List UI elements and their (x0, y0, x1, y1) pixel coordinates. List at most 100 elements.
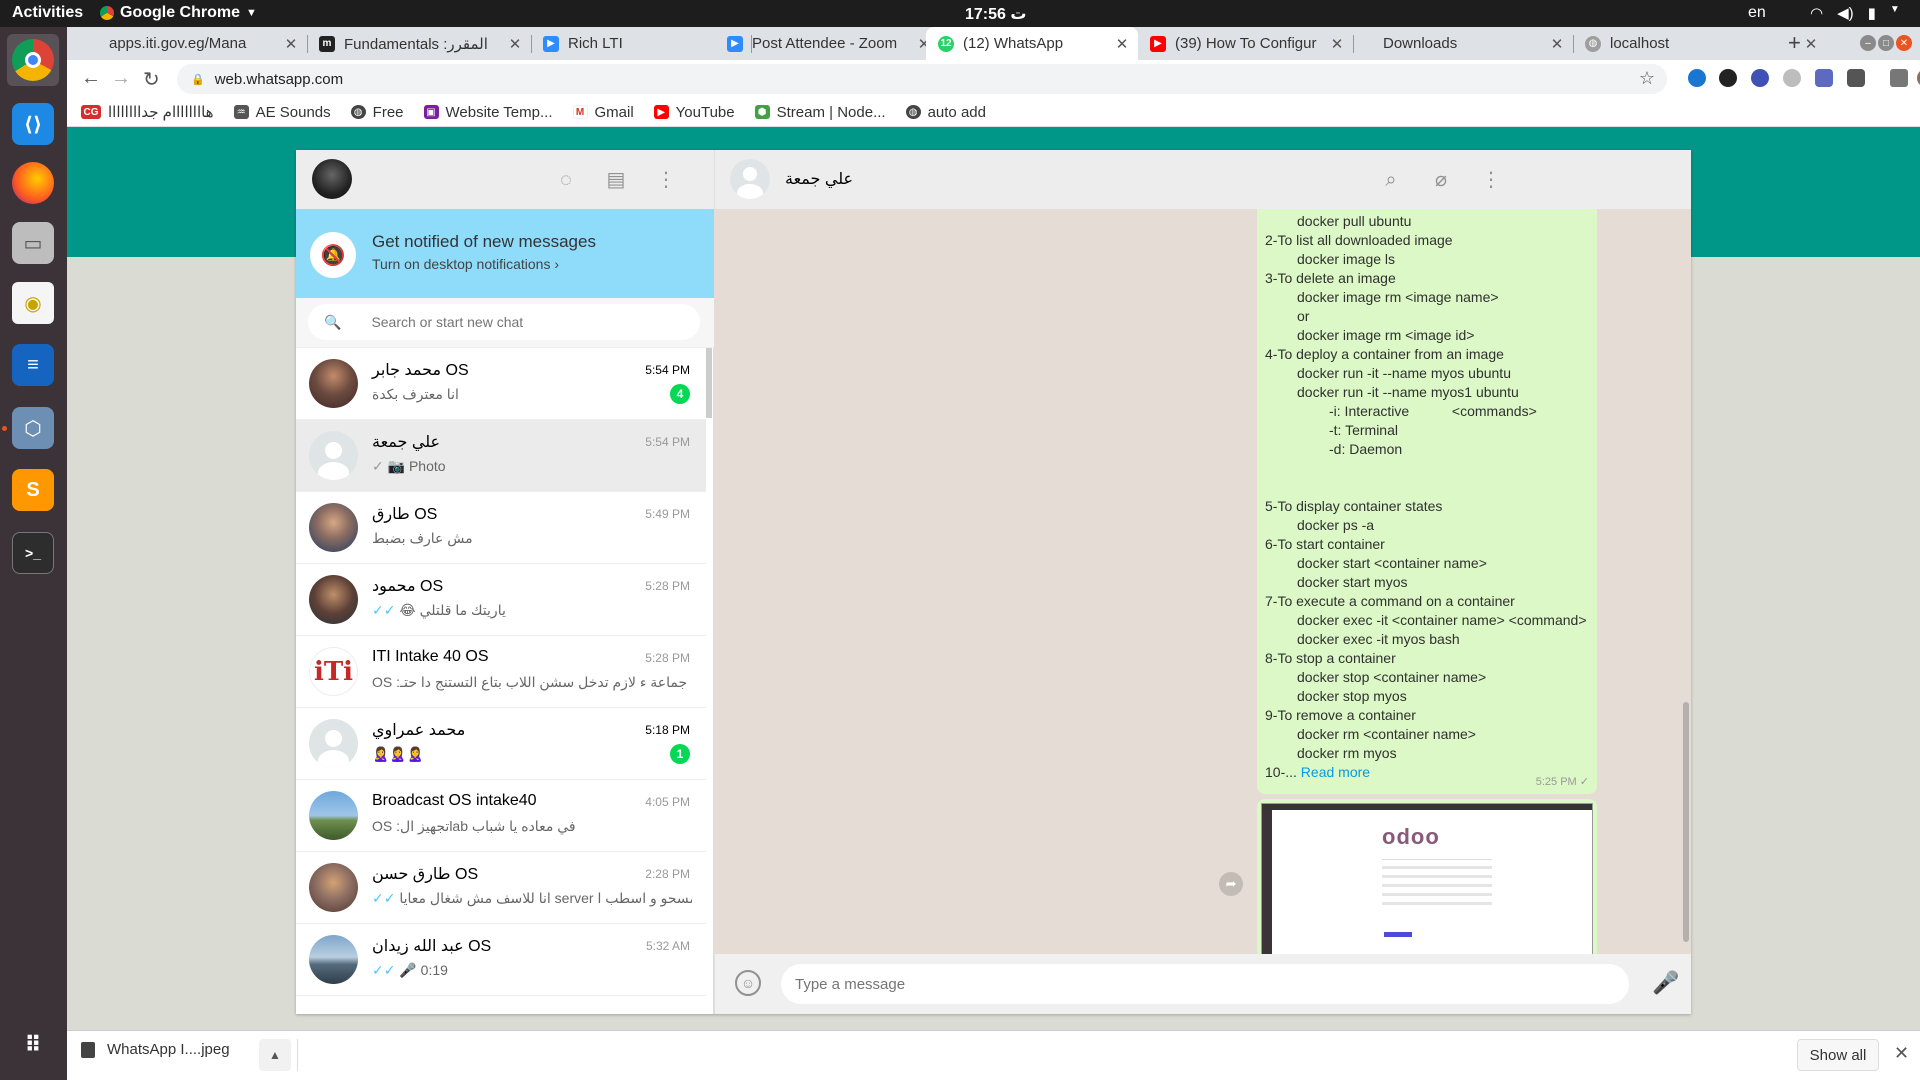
dock-virtualbox[interactable]: ⬡ (7, 402, 59, 454)
attach-icon[interactable]: ⌀ (1429, 168, 1453, 192)
menu-icon[interactable]: ⋮ (654, 168, 678, 192)
conversation-scrollbar[interactable] (1683, 702, 1689, 942)
show-all-button[interactable]: Show all (1797, 1039, 1879, 1071)
search-icon[interactable]: ⌕ (1379, 168, 1403, 192)
image-thumbnail[interactable]: odoo (1261, 803, 1593, 954)
new-tab-button[interactable]: + (1788, 30, 1801, 56)
tab-post-attendee-zoom[interactable]: ▶ Post Attendee - Zoom ✕ (715, 27, 940, 60)
dock-files[interactable]: ▭ (7, 217, 59, 269)
message-line: 2-To list all downloaded image (1265, 232, 1453, 248)
message-box[interactable] (781, 964, 1629, 1004)
forward-icon[interactable]: ➦ (1219, 872, 1243, 896)
show-applications-button[interactable]: ⠿ (7, 1019, 59, 1071)
chat-item[interactable]: طارق OS 5:49 PM مش عارف بضبط (296, 492, 706, 564)
close-icon[interactable]: ✕ (281, 35, 301, 53)
close-icon[interactable]: ✕ (1894, 1043, 1909, 1064)
maximize-button[interactable]: □ (1878, 35, 1894, 51)
bookmark-item[interactable]: ▶ YouTube (653, 104, 735, 121)
close-icon[interactable]: ✕ (1801, 35, 1821, 53)
chat-item[interactable]: Broadcast OS intake40 4:05 PM OS :تجهيز … (296, 780, 706, 852)
extension-grey-icon[interactable] (1783, 69, 1801, 87)
dock-vscode[interactable]: ⟨⟩ (7, 98, 59, 150)
download-item[interactable]: WhatsApp I....jpeg (81, 1041, 230, 1058)
menu-icon[interactable]: ⋮ (1479, 168, 1503, 192)
chat-preview: 🙎‍♀️🙎‍♀️🙎‍♀️ (372, 746, 425, 762)
message-line: docker exec -it <container name> <comman… (1297, 612, 1587, 628)
forward-arrow-icon[interactable]: → (111, 67, 131, 90)
bookmark-item[interactable]: ♒ AE Sounds (233, 104, 331, 121)
back-arrow-icon[interactable]: ← (81, 67, 101, 90)
activities-button[interactable]: Activities (12, 4, 83, 22)
bookmark-item[interactable]: ◍ Free (350, 104, 404, 121)
bookmark-item[interactable]: M Gmail (572, 104, 634, 121)
message-time: 5:25 PM ✓ (1535, 776, 1589, 788)
bookmark-star-icon[interactable]: ☆ (1639, 68, 1655, 89)
message-line: -d: Daemon (1329, 441, 1403, 457)
status-icon[interactable]: ◌ (554, 168, 578, 192)
image-message-bubble[interactable]: odoo (1257, 799, 1597, 954)
tab-whatsapp[interactable]: 12 (12) WhatsApp ✕ (926, 27, 1138, 60)
bookmark-item[interactable]: ⬢ Stream | Node... (754, 104, 886, 121)
text-message-bubble[interactable]: docker pull ubuntu 2-To list all downloa… (1257, 209, 1597, 794)
contact-name[interactable]: علي جمعة (785, 169, 853, 189)
chat-item[interactable]: محمد جابر OS 5:54 PM انا معترف بكدة 4 (296, 348, 706, 420)
my-avatar[interactable] (312, 159, 352, 199)
search-box[interactable]: 🔍 (308, 304, 700, 340)
chat-list-scrollbar[interactable] (706, 348, 712, 418)
eyedropper-icon[interactable] (1847, 69, 1865, 87)
running-indicator (2, 426, 7, 431)
default-avatar-icon[interactable] (730, 159, 770, 199)
close-window-button[interactable]: ✕ (1896, 35, 1912, 51)
dock-rhythmbox[interactable]: ◉ (7, 277, 59, 329)
extension-blue-icon[interactable] (1751, 69, 1769, 87)
chat-item[interactable]: عبد الله زيدان OS 5:32 AM ✓✓ 🎤 0:19 (296, 924, 706, 996)
close-icon[interactable]: ✕ (1327, 35, 1347, 53)
extension-check-icon[interactable] (1688, 69, 1706, 87)
read-more-link[interactable]: Read more (1301, 764, 1370, 780)
microphone-icon[interactable]: 🎤 (1652, 970, 1679, 998)
language-indicator[interactable]: en (1748, 4, 1766, 22)
media-icon[interactable] (1890, 69, 1908, 87)
new-chat-icon[interactable]: ▤ (604, 168, 628, 192)
reload-icon[interactable]: ↻ (143, 67, 160, 92)
tab-apps-iti[interactable]: apps.iti.gov.eg/Mana ✕ (97, 27, 307, 60)
cg-icon: CG (81, 105, 101, 119)
chat-item[interactable]: طارق حسن OS 2:28 PM ✓✓ انا للاسف مش شغال… (296, 852, 706, 924)
address-bar[interactable]: 🔒 web.whatsapp.com ☆ (177, 64, 1667, 94)
bookmark-item[interactable]: ◍ auto add (905, 104, 986, 121)
notify-link[interactable]: Turn on desktop notifications › (372, 256, 559, 272)
translate-icon[interactable] (1815, 69, 1833, 87)
clock[interactable]: 17:56 ت (965, 4, 1026, 24)
chat-item[interactable]: iTi ITI Intake 40 OS 5:28 PM OS :نور ايم… (296, 636, 706, 708)
chat-item[interactable]: محمود OS 5:28 PM ✓✓ 😂 ياريتك ما قلتلي (296, 564, 706, 636)
dock-firefox[interactable] (7, 157, 59, 209)
system-tray[interactable]: ◠ ◀) ▮ ▼ (1810, 4, 1900, 22)
close-icon[interactable]: ✕ (1547, 35, 1567, 53)
search-input[interactable] (371, 314, 672, 330)
message-input[interactable] (795, 975, 1595, 993)
preview-text: 🎤 0:19 (399, 962, 448, 978)
app-menu[interactable]: Google Chrome ▼ (100, 4, 257, 22)
minimize-button[interactable]: – (1860, 35, 1876, 51)
chat-item-selected[interactable]: علي جمعة 5:54 PM ✓ 📷 Photo (296, 420, 706, 492)
dock-terminal[interactable]: >_ (7, 527, 59, 579)
tab-downloads[interactable]: Downloads ✕ (1353, 27, 1573, 60)
dock-chrome[interactable] (7, 34, 59, 86)
tab-youtube[interactable]: ▶ (39) How To Configur ✕ (1138, 27, 1353, 60)
chat-item[interactable]: محمد عمراوي 5:18 PM 🙎‍♀️🙎‍♀️🙎‍♀️ 1 (296, 708, 706, 780)
close-icon[interactable]: ✕ (1112, 35, 1132, 53)
close-icon[interactable]: ✕ (505, 35, 525, 53)
tab-fundamentals[interactable]: m Fundamentals :المقرر ✕ (307, 27, 531, 60)
gmail-icon: M (572, 105, 588, 119)
speaker-icon: ◉ (12, 282, 54, 324)
extension-dark-icon[interactable] (1719, 69, 1737, 87)
conversation-header[interactable]: علي جمعة ⌕ ⌀ ⋮ (714, 150, 1691, 209)
dock-writer[interactable]: ≡ (7, 339, 59, 391)
notification-banner[interactable]: 🔕 Get notified of new messages Turn on d… (296, 209, 714, 298)
emoji-icon[interactable]: ☺ (735, 970, 761, 996)
message-line: docker exec -it myos bash (1297, 631, 1460, 647)
bookmark-item[interactable]: CG هاااااااام جداااااااا (81, 103, 214, 121)
bookmark-item[interactable]: ▣ Website Temp... (423, 104, 553, 121)
dock-sublime[interactable]: S (7, 464, 59, 516)
chevron-up-icon[interactable]: ▲ (259, 1039, 291, 1071)
